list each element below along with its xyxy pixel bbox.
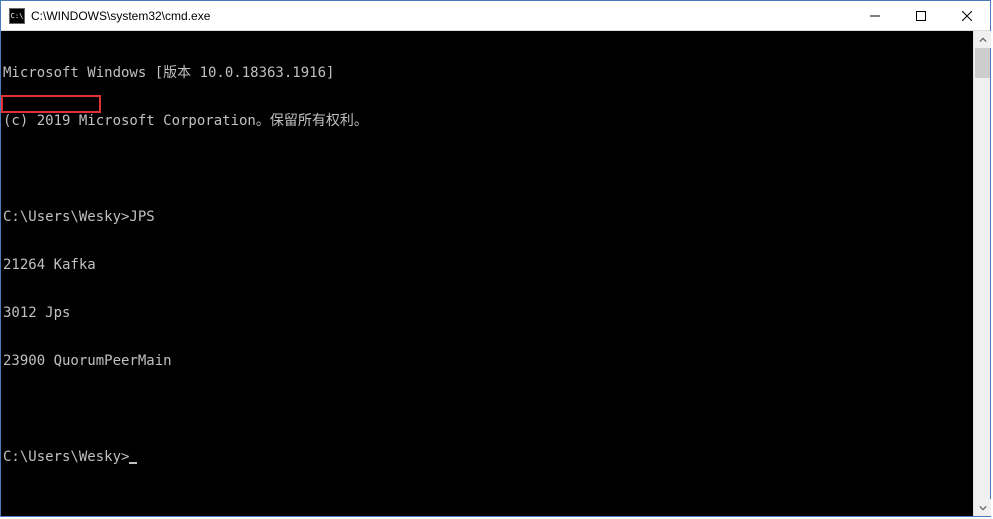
terminal-line: Microsoft Windows [版本 10.0.18363.1916] xyxy=(3,65,971,81)
window-controls xyxy=(852,1,990,30)
terminal-line xyxy=(3,401,971,417)
close-button[interactable] xyxy=(944,1,990,30)
terminal-line: 23900 QuorumPeerMain xyxy=(3,353,971,369)
titlebar[interactable]: C:\ C:\WINDOWS\system32\cmd.exe xyxy=(1,1,990,31)
terminal-area: Microsoft Windows [版本 10.0.18363.1916] (… xyxy=(1,31,990,516)
close-icon xyxy=(962,11,972,21)
highlight-box xyxy=(1,95,101,113)
maximize-button[interactable] xyxy=(898,1,944,30)
maximize-icon xyxy=(916,11,926,21)
terminal-line: 21264 Kafka xyxy=(3,257,971,273)
cmd-icon: C:\ xyxy=(9,8,25,24)
scrollbar-thumb[interactable] xyxy=(975,48,990,78)
window-title: C:\WINDOWS\system32\cmd.exe xyxy=(31,9,852,23)
cursor xyxy=(129,462,137,464)
terminal-line: C:\Users\Wesky>JPS xyxy=(3,209,971,225)
chevron-up-icon xyxy=(979,36,987,44)
chevron-down-icon xyxy=(979,504,987,512)
vertical-scrollbar[interactable] xyxy=(973,31,990,516)
scroll-down-button[interactable] xyxy=(974,499,991,516)
terminal-line xyxy=(3,161,971,177)
terminal-prompt-line: C:\Users\Wesky> xyxy=(3,449,971,465)
prompt-text: C:\Users\Wesky> xyxy=(3,449,129,465)
minimize-icon xyxy=(870,11,880,21)
scroll-up-button[interactable] xyxy=(974,31,991,48)
terminal-line: 3012 Jps xyxy=(3,305,971,321)
terminal-content[interactable]: Microsoft Windows [版本 10.0.18363.1916] (… xyxy=(1,31,973,516)
cmd-window: C:\ C:\WINDOWS\system32\cmd.exe Microsof… xyxy=(0,0,991,517)
minimize-button[interactable] xyxy=(852,1,898,30)
terminal-line: (c) 2019 Microsoft Corporation。保留所有权利。 xyxy=(3,113,971,129)
